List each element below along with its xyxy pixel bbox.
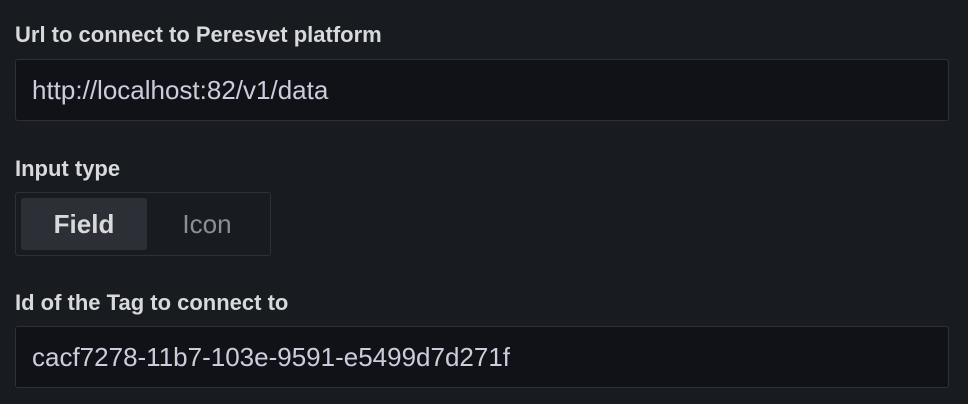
input-type-option-field[interactable]: Field bbox=[21, 198, 147, 250]
input-type-radio-group: Field Icon bbox=[15, 192, 271, 256]
url-field-label: Url to connect to Peresvet platform bbox=[15, 22, 382, 47]
input-type-option-icon[interactable]: Icon bbox=[151, 198, 263, 250]
input-type-label: Input type bbox=[15, 156, 121, 181]
url-input[interactable] bbox=[15, 59, 949, 121]
tag-id-field-label: Id of the Tag to connect to bbox=[15, 290, 289, 315]
settings-form: Url to connect to Peresvet platform Inpu… bbox=[0, 0, 968, 404]
tag-id-input[interactable] bbox=[15, 326, 949, 388]
